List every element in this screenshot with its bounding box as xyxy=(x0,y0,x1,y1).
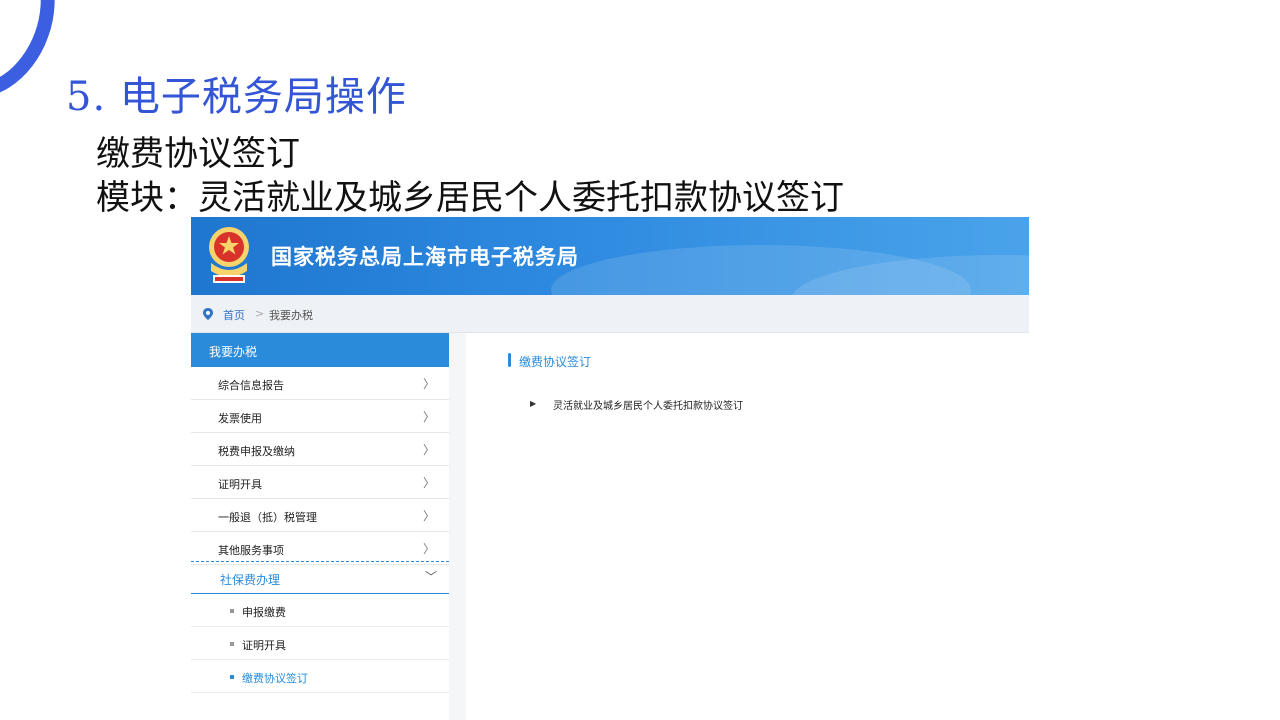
tax-emblem-icon xyxy=(209,227,249,283)
agreement-signing-link[interactable]: 灵活就业及城乡居民个人委托扣款协议签订 xyxy=(553,397,743,412)
breadcrumb-home-link[interactable]: 首页 xyxy=(223,307,245,323)
bullet-icon xyxy=(230,642,234,646)
sidebar-subitem-label: 缴费协议签订 xyxy=(242,672,308,685)
chevron-right-icon: 〉 xyxy=(422,377,435,391)
sidebar-header: 我要办税 xyxy=(191,333,449,367)
sidebar-item-social-insurance[interactable]: 社保费办理 ﹀ xyxy=(191,561,449,594)
chevron-right-icon: 〉 xyxy=(422,443,435,457)
breadcrumb: 首页 > 我要办税 xyxy=(191,295,1029,333)
sidebar-subitem-label: 申报缴费 xyxy=(242,606,286,619)
chevron-right-icon: 〉 xyxy=(422,542,435,556)
sidebar: 我要办税 综合信息报告 〉 发票使用 〉 税费申报及缴纳 〉 证明开具 〉 一般… xyxy=(191,333,449,720)
chevron-right-icon: 〉 xyxy=(422,410,435,424)
sidebar-subitem-label: 证明开具 xyxy=(242,639,286,652)
sidebar-item-label: 税费申报及缴纳 xyxy=(218,445,295,458)
sidebar-item-certificate[interactable]: 证明开具 〉 xyxy=(191,466,449,499)
sidebar-item-label: 证明开具 xyxy=(218,478,262,491)
chevron-right-icon: 〉 xyxy=(422,476,435,490)
sidebar-item-invoice[interactable]: 发票使用 〉 xyxy=(191,400,449,433)
breadcrumb-separator: > xyxy=(255,307,265,320)
sidebar-item-label: 一般退（抵）税管理 xyxy=(218,511,317,524)
section-title: 缴费协议签订 xyxy=(519,355,592,369)
sidebar-subitem-declare-payment[interactable]: 申报缴费 xyxy=(191,594,449,627)
sidebar-item-tax-filing[interactable]: 税费申报及缴纳 〉 xyxy=(191,433,449,466)
slide-title: 5. 电子税务局操作 xyxy=(66,74,407,120)
portal-banner: 国家税务总局上海市电子税务局 xyxy=(191,217,1029,295)
main-content: 缴费协议签订 ▶ 灵活就业及城乡居民个人委托扣款协议签订 xyxy=(466,333,1029,720)
section-marker xyxy=(508,353,511,367)
sidebar-subitem-certificate[interactable]: 证明开具 xyxy=(191,627,449,660)
location-pin-icon xyxy=(203,308,213,320)
sidebar-item-label: 其他服务事项 xyxy=(218,544,284,557)
sidebar-item-label: 社保费办理 xyxy=(220,573,281,587)
slide-subtitle: 缴费协议签订 xyxy=(96,134,300,174)
bullet-icon xyxy=(230,609,234,613)
sidebar-subitem-payment-agreement[interactable]: 缴费协议签订 xyxy=(191,660,449,693)
sidebar-item-label: 综合信息报告 xyxy=(218,379,284,392)
sidebar-item-info-report[interactable]: 综合信息报告 〉 xyxy=(191,367,449,400)
bullet-icon xyxy=(230,675,234,679)
slide-module-line: 模块：灵活就业及城乡居民个人委托扣款协议签订 xyxy=(96,178,844,218)
portal-screenshot: 国家税务总局上海市电子税务局 首页 > 我要办税 我要办税 综合信息报告 〉 发… xyxy=(191,217,1029,720)
arrow-right-icon: ▶ xyxy=(530,399,537,408)
chevron-right-icon: 〉 xyxy=(422,509,435,523)
portal-title: 国家税务总局上海市电子税务局 xyxy=(271,245,579,269)
chevron-down-icon: ﹀ xyxy=(424,570,437,584)
breadcrumb-current: 我要办税 xyxy=(269,309,313,322)
sidebar-item-label: 发票使用 xyxy=(218,412,262,425)
sidebar-item-tax-refund[interactable]: 一般退（抵）税管理 〉 xyxy=(191,499,449,532)
